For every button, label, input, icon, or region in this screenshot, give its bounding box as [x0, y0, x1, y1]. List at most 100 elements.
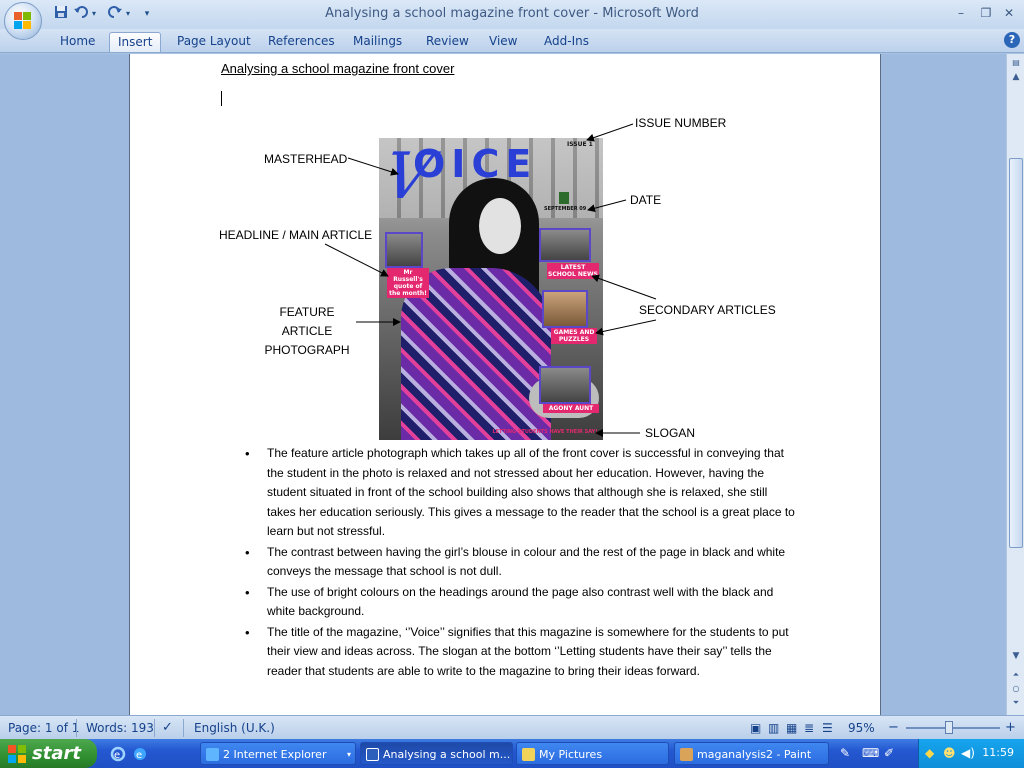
cover-masthead: OICE	[413, 142, 538, 186]
taskbar-item-my-pictures[interactable]: My Pictures	[516, 742, 669, 765]
system-tray: ◆ ☻ ◀) 11:59	[918, 739, 1024, 768]
chevron-down-icon: ▾	[346, 750, 351, 759]
window-title: Analysing a school magazine front cover …	[325, 6, 699, 21]
taskbar-item-paint[interactable]: maganalysis2 - Paint	[674, 742, 829, 765]
outlook-express-icon[interactable]: e	[132, 746, 148, 762]
taskbar-item-label: maganalysis2 - Paint	[697, 748, 812, 761]
document-title: Analysing a school magazine front cover	[221, 61, 455, 76]
zoom-level[interactable]: 95%	[848, 720, 875, 736]
draft-icon[interactable]: ☰	[822, 720, 833, 736]
tab-mailings[interactable]: Mailings	[345, 32, 410, 52]
status-bar: Page: 1 of 1 Words: 193 ✓ English (U.K.)…	[0, 715, 1024, 739]
tab-view[interactable]: View	[481, 32, 525, 52]
word-icon	[366, 748, 379, 761]
previous-page-icon[interactable]: ⏶	[1009, 668, 1023, 681]
restore-button[interactable]: ❐	[975, 4, 997, 22]
analysis-list: The feature article photograph which tak…	[245, 444, 797, 682]
select-browse-object-icon[interactable]: ○	[1009, 682, 1023, 695]
label-date: DATE	[630, 193, 662, 207]
proofing-icon[interactable]: ✓	[162, 720, 173, 736]
list-item: The use of bright colours on the heading…	[245, 583, 797, 622]
office-button[interactable]	[4, 2, 42, 40]
title-bar: ▾ ▾ ▾ Analysing a school magazine front …	[0, 0, 1024, 29]
language[interactable]: English (U.K.)	[194, 720, 275, 736]
outline-icon[interactable]: ≣	[804, 720, 814, 736]
separator	[76, 719, 77, 737]
zoom-slider[interactable]	[906, 727, 1000, 729]
document-area: Analysing a school magazine front cover …	[0, 54, 1006, 715]
folder-icon	[522, 748, 535, 761]
label-slogan: SLOGAN	[645, 426, 696, 440]
windows-flag-icon	[8, 745, 26, 763]
page-count[interactable]: Page: 1 of 1	[8, 720, 79, 736]
scroll-up-icon[interactable]: ▲	[1009, 71, 1023, 84]
cover-headline-photo	[385, 232, 423, 268]
taskbar-item-label: My Pictures	[539, 748, 603, 761]
school-crest-icon	[559, 192, 569, 204]
label-masterhead: MASTERHEAD	[264, 152, 348, 166]
label-headline: HEADLINE / MAIN ARTICLE	[219, 228, 373, 242]
separator	[154, 719, 155, 737]
internet-explorer-icon[interactable]: e	[110, 746, 126, 762]
ruler-toggle-icon[interactable]: ▤	[1009, 56, 1023, 69]
zoom-out-icon[interactable]: −	[888, 720, 899, 736]
network-icon[interactable]: ◆	[925, 746, 941, 762]
label-issue-number: ISSUE NUMBER	[635, 116, 727, 130]
svg-text:e: e	[114, 750, 120, 761]
cover-slogan: LETTING STUDENTS HAVE THEIR SAY!	[492, 429, 598, 435]
cover-news-box: LATEST SCHOOL NEWS	[547, 263, 599, 279]
scroll-thumb[interactable]	[1009, 158, 1023, 548]
word-count[interactable]: Words: 193	[86, 720, 154, 736]
list-item: The contrast between having the girl’s b…	[245, 543, 797, 582]
internet-explorer-icon	[206, 748, 219, 761]
office-logo-icon	[14, 12, 32, 30]
taskbar: start e e 2 Internet Explorer ▾ Analysin…	[0, 739, 1024, 768]
cover-issue: ISSUE 1	[567, 141, 593, 148]
close-button[interactable]: ✕	[998, 4, 1020, 22]
help-icon[interactable]: ?	[1004, 32, 1020, 48]
start-label: start	[32, 743, 81, 764]
tab-review[interactable]: Review	[418, 32, 477, 52]
magazine-cover-image[interactable]: V OICE ISSUE 1 SEPTEMBER 09 Mr Russell's…	[379, 138, 603, 440]
clock[interactable]: 11:59	[982, 746, 1014, 759]
pen-icon[interactable]: ✎	[840, 746, 856, 762]
print-layout-icon[interactable]: ▣	[750, 720, 761, 736]
cover-games-photo	[542, 290, 588, 328]
cover-news-photo	[539, 228, 591, 262]
paint-icon	[680, 748, 693, 761]
tab-add-ins[interactable]: Add-Ins	[536, 32, 597, 52]
tab-page-layout[interactable]: Page Layout	[169, 32, 259, 52]
tablet-icon[interactable]: ✐	[884, 746, 900, 762]
tab-insert[interactable]: Insert	[109, 32, 162, 52]
label-feature-line1: FEATURE ARTICLE	[279, 305, 335, 338]
ribbon-tabs: Home Insert Page Layout References Maili…	[0, 29, 1024, 53]
cover-face	[479, 198, 521, 254]
svg-text:e: e	[136, 750, 142, 761]
text-cursor	[221, 91, 222, 106]
full-screen-reading-icon[interactable]: ▥	[768, 720, 779, 736]
keyboard-icon[interactable]: ⌨	[862, 746, 879, 762]
label-feature-line2: PHOTOGRAPH	[264, 343, 350, 357]
web-layout-icon[interactable]: ▦	[786, 720, 797, 736]
zoom-slider-thumb[interactable]	[945, 721, 953, 734]
cover-games-box: GAMES AND PUZZLES	[551, 328, 597, 344]
label-feature-article: FEATURE ARTICLE PHOTOGRAPH	[255, 303, 359, 360]
tab-references[interactable]: References	[260, 32, 343, 52]
zoom-in-icon[interactable]: +	[1005, 720, 1016, 736]
start-button[interactable]: start	[0, 739, 97, 768]
next-page-icon[interactable]: ⏷	[1009, 696, 1023, 709]
list-item: The feature article photograph which tak…	[245, 444, 797, 542]
vertical-scrollbar[interactable]: ▤ ▲ ▼ ⏶ ○ ⏷	[1006, 54, 1024, 715]
user-icon[interactable]: ☻	[943, 746, 959, 762]
document-page[interactable]: Analysing a school magazine front cover …	[129, 54, 881, 715]
tab-home[interactable]: Home	[52, 32, 103, 52]
cover-headline-box: Mr Russell's quote of the month!	[387, 268, 429, 298]
taskbar-item-internet-explorer[interactable]: 2 Internet Explorer ▾	[200, 742, 356, 765]
taskbar-item-label: 2 Internet Explorer	[223, 748, 327, 761]
scroll-down-icon[interactable]: ▼	[1009, 650, 1023, 663]
label-secondary-articles: SECONDARY ARTICLES	[639, 303, 776, 317]
taskbar-item-word[interactable]: Analysing a school m...	[360, 742, 513, 765]
cover-agony-photo	[539, 366, 591, 404]
volume-icon[interactable]: ◀)	[961, 746, 977, 762]
minimize-button[interactable]: –	[950, 4, 972, 22]
